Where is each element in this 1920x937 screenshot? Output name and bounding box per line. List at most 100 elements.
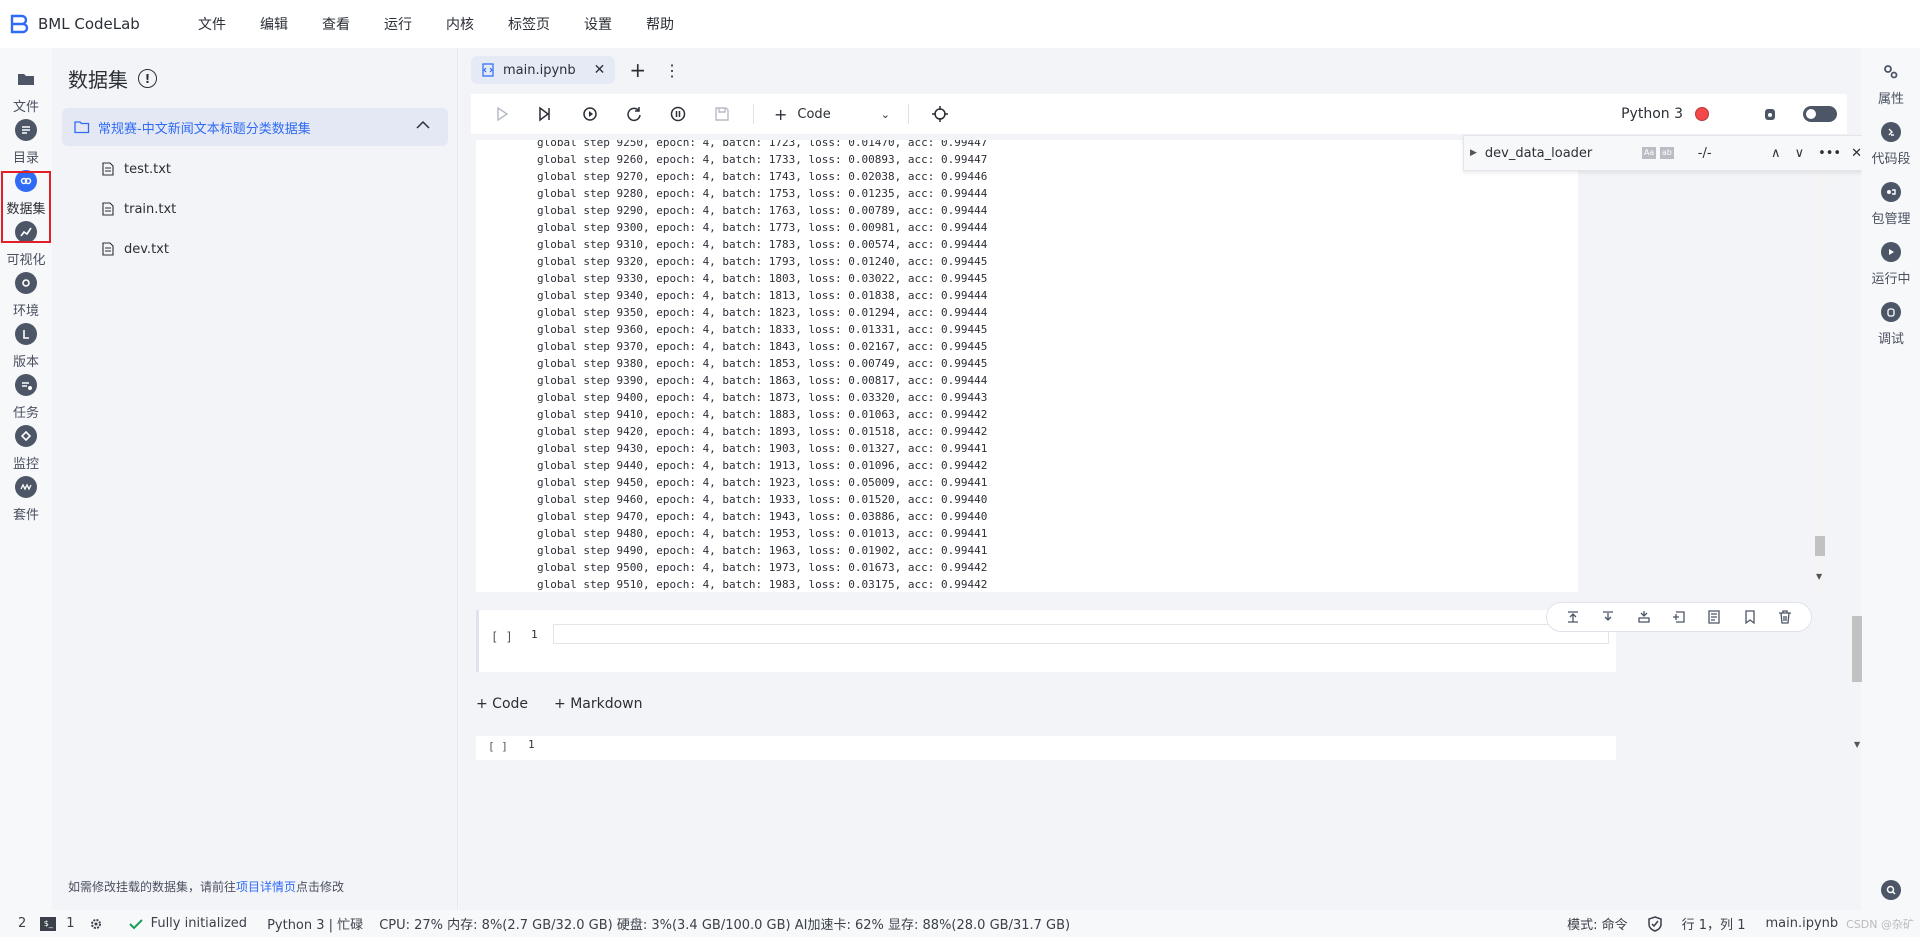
kernel-settings[interactable]	[89, 917, 103, 931]
log-line: global step 9430, epoch: 4, batch: 1903,…	[537, 442, 988, 455]
menu-help[interactable]: 帮助	[646, 14, 674, 34]
terminal-icon: $_	[40, 916, 57, 931]
previous-match-icon[interactable]: ∧	[1771, 146, 1781, 161]
notebook-editor: main.ipynb ✕ + ⋮ + Code ⌄ Python 3 globa…	[459, 48, 1862, 910]
cell-type-select[interactable]: + Code ⌄	[774, 105, 890, 124]
menu-run[interactable]: 运行	[384, 14, 412, 34]
tab-close-icon[interactable]: ✕	[594, 62, 606, 78]
tab-more-icon[interactable]: ⋮	[664, 61, 680, 80]
add-markdown-cell-button[interactable]: + Markdown	[554, 696, 642, 712]
next-match-icon[interactable]: ∨	[1795, 146, 1805, 161]
log-line: global step 9460, epoch: 4, batch: 1933,…	[537, 493, 988, 506]
editor-scrollbar-thumb[interactable]	[1852, 616, 1862, 682]
chevron-down-icon: ⌄	[880, 107, 890, 121]
toggle-replace-icon[interactable]: ▶	[1470, 148, 1477, 158]
move-up-icon[interactable]	[1565, 609, 1581, 625]
dataset-name: 常规赛-中文新闻文本标题分类数据集	[98, 121, 311, 137]
menu-settings[interactable]: 设置	[584, 14, 612, 34]
resource-usage: CPU: 27% 内存: 8%(2.7 GB/32.0 GB) 硬盘: 3%(3…	[379, 918, 1071, 933]
debug-icon	[1881, 302, 1901, 322]
environment-icon	[15, 272, 37, 294]
gear-icon	[90, 918, 101, 929]
menu-kernel[interactable]: 内核	[446, 14, 474, 34]
log-line: global step 9270, epoch: 4, batch: 1743,…	[537, 170, 988, 183]
right-running[interactable]: 运行中	[1862, 242, 1920, 287]
terminals-status[interactable]: $_ 1	[40, 916, 75, 931]
package-icon	[1881, 182, 1901, 202]
bookmark-icon[interactable]	[1742, 609, 1758, 625]
whole-word-icon[interactable]: ab	[1659, 147, 1674, 159]
file-item-train[interactable]: train.txt	[102, 197, 176, 221]
more-options-icon[interactable]: •••	[1818, 146, 1841, 161]
log-line: global step 9410, epoch: 4, batch: 1883,…	[537, 408, 988, 421]
right-snippets[interactable]: 代码段	[1862, 122, 1920, 167]
menu-file[interactable]: 文件	[198, 14, 226, 34]
insert-below-icon[interactable]	[1636, 609, 1652, 625]
project-detail-link[interactable]: 项目详情页	[236, 880, 296, 894]
restart-run-button[interactable]	[577, 101, 603, 127]
main-menu: 文件 编辑 查看 运行 内核 标签页 设置 帮助	[198, 14, 708, 34]
move-down-icon[interactable]	[1600, 609, 1616, 625]
code-cell-next[interactable]: [ ] 1	[476, 736, 1616, 760]
line-number: 1	[531, 628, 538, 641]
right-packages[interactable]: 包管理	[1862, 182, 1920, 227]
debugger-toggle[interactable]	[1803, 106, 1837, 122]
dataset-folder[interactable]: 常规赛-中文新闻文本标题分类数据集	[62, 108, 448, 146]
shield-icon[interactable]	[1647, 915, 1662, 932]
kernel-state[interactable]: Python 3 | 忙碌	[267, 914, 363, 933]
snippet-icon	[1881, 122, 1901, 142]
save-button[interactable]	[709, 101, 735, 127]
match-case-icon[interactable]: Aa	[1642, 147, 1656, 159]
output-scrollbar[interactable]: ▼	[1814, 140, 1826, 592]
info-icon[interactable]: !	[138, 69, 157, 88]
menu-view[interactable]: 查看	[322, 14, 350, 34]
restart-kernel-button[interactable]	[621, 101, 647, 127]
code-input[interactable]	[553, 624, 1609, 644]
add-code-cell-button[interactable]: + Code	[476, 696, 528, 712]
save-icon	[715, 107, 729, 121]
file-item-test[interactable]: test.txt	[102, 157, 171, 181]
code-cell-empty[interactable]: [ ] 1	[476, 610, 1616, 672]
find-input[interactable]: dev_data_loader	[1485, 146, 1638, 161]
refresh-icon	[627, 107, 641, 122]
right-properties[interactable]: 属性	[1862, 62, 1920, 107]
run-all-button[interactable]	[533, 101, 559, 127]
chevron-up-icon[interactable]	[416, 120, 430, 130]
interrupt-button[interactable]	[665, 101, 691, 127]
file-icon	[102, 162, 114, 176]
notes-icon[interactable]	[1706, 609, 1722, 625]
log-line: global step 9250, epoch: 4, batch: 1723,…	[537, 140, 988, 149]
output-scrollbar-thumb[interactable]	[1815, 536, 1825, 556]
log-line: global step 9380, epoch: 4, batch: 1853,…	[537, 357, 988, 370]
split-cell-icon[interactable]	[1671, 609, 1687, 625]
log-line: global step 9510, epoch: 4, batch: 1983,…	[537, 578, 988, 591]
check-icon	[128, 918, 143, 929]
scroll-down-arrow-icon[interactable]: ▼	[1816, 572, 1822, 581]
tab-bar: main.ipynb ✕ + ⋮	[471, 52, 680, 88]
mode-indicator: 模式: 命令	[1567, 918, 1628, 933]
trash-icon[interactable]	[1777, 609, 1793, 625]
log-line: global step 9450, epoch: 4, batch: 1923,…	[537, 476, 988, 489]
menu-tabs[interactable]: 标签页	[508, 14, 550, 34]
menu-edit[interactable]: 编辑	[260, 14, 288, 34]
log-line: global step 9280, epoch: 4, batch: 1753,…	[537, 187, 988, 200]
locate-button[interactable]	[927, 101, 953, 127]
debugger-button[interactable]	[1757, 101, 1783, 127]
file-item-dev[interactable]: dev.txt	[102, 237, 169, 261]
close-find-icon[interactable]: ✕	[1851, 146, 1862, 161]
bug-icon	[1765, 109, 1775, 120]
activity-suite[interactable]: 套件	[0, 470, 52, 532]
scroll-down-arrow-icon[interactable]: ▼	[1854, 740, 1860, 749]
run-cell-button[interactable]	[489, 101, 515, 127]
add-tab-button[interactable]: +	[629, 58, 646, 82]
match-count: -/-	[1697, 145, 1712, 161]
running-icon	[1881, 242, 1901, 262]
annotation-highlight-box	[1, 171, 51, 243]
help-search-icon[interactable]	[1881, 880, 1901, 900]
kernel-name[interactable]: Python 3	[1621, 106, 1683, 122]
log-line: global step 9370, epoch: 4, batch: 1843,…	[537, 340, 988, 353]
pause-icon	[670, 106, 686, 122]
tab-main-ipynb[interactable]: main.ipynb ✕	[471, 56, 616, 84]
right-debug[interactable]: 调试	[1862, 302, 1920, 347]
lsp-status[interactable]: Fully initialized	[128, 916, 247, 931]
